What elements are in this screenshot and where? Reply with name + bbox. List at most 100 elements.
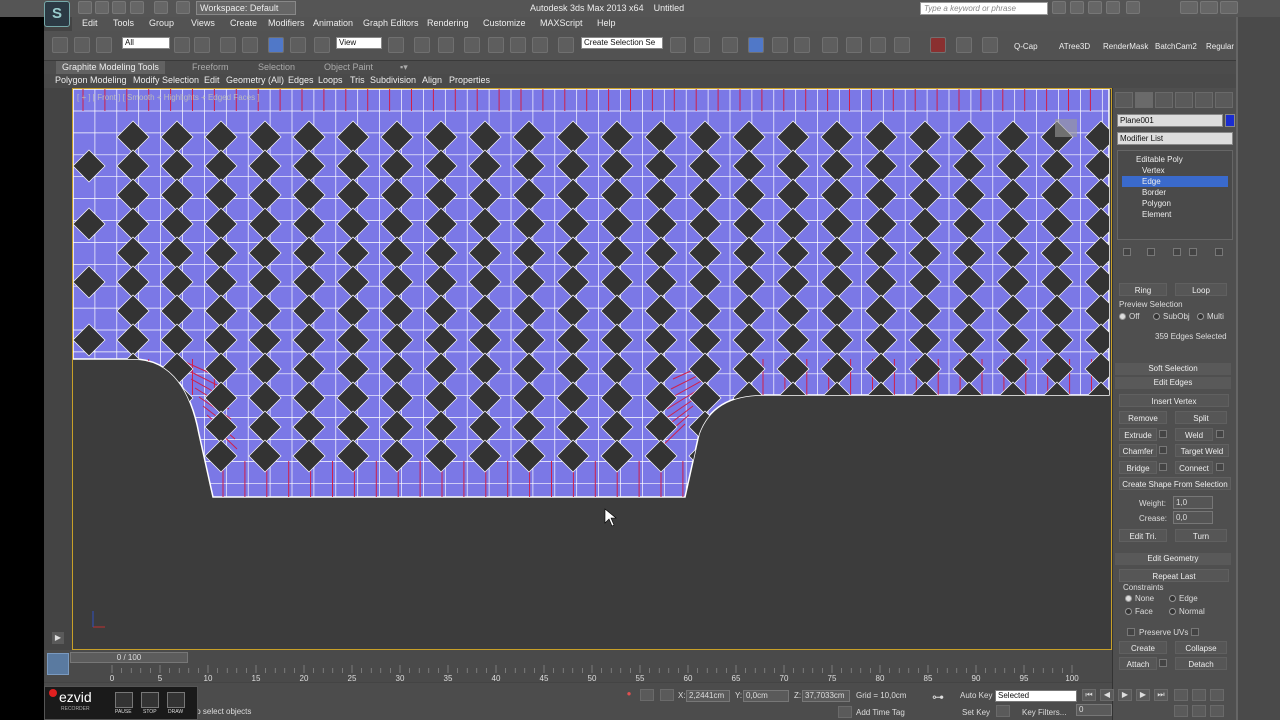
bind-spacewarp-icon[interactable] <box>96 37 112 53</box>
align-icon[interactable] <box>694 37 710 53</box>
rotate-icon[interactable] <box>290 37 306 53</box>
menu-help[interactable]: Help <box>597 18 616 28</box>
rectangle-selection-icon[interactable] <box>220 37 236 53</box>
plugin-dots-icon[interactable] <box>956 37 972 53</box>
ribbon-properties[interactable]: Properties <box>449 75 490 85</box>
extrude-settings-icon[interactable] <box>1159 430 1167 438</box>
extrude-button[interactable]: Extrude <box>1119 428 1157 441</box>
tab-freeform[interactable]: Freeform <box>186 61 235 74</box>
snaps-toggle-icon[interactable] <box>464 37 480 53</box>
soft-selection-rollout[interactable]: Soft Selection <box>1115 363 1231 375</box>
spinner-snap-icon[interactable] <box>532 37 548 53</box>
bridge-button[interactable]: Bridge <box>1119 461 1157 474</box>
plugin-regular[interactable]: Regular <box>1206 42 1234 51</box>
pin-stack-icon[interactable] <box>1123 248 1131 256</box>
plugin-red-icon[interactable] <box>930 37 946 53</box>
maximize-viewport-icon[interactable] <box>1210 705 1224 717</box>
current-frame-field[interactable]: 0 <box>1076 704 1112 716</box>
close-button[interactable] <box>1220 1 1238 14</box>
plugin-qcap[interactable]: Q-Cap <box>1014 42 1038 51</box>
key-icon[interactable]: ⊶ <box>932 690 944 704</box>
binoculars-icon[interactable] <box>1052 1 1066 14</box>
ring-button[interactable]: Ring <box>1119 283 1167 296</box>
absolute-transform-icon[interactable] <box>660 689 674 701</box>
edit-tri-button[interactable]: Edit Tri. <box>1119 529 1167 542</box>
z-coord-field[interactable]: 37,7033cm <box>802 690 850 702</box>
ribbon-align[interactable]: Align <box>422 75 442 85</box>
zoom-icon[interactable] <box>1174 689 1188 701</box>
y-coord-field[interactable]: 0,0cm <box>743 690 789 702</box>
help-icon[interactable] <box>1126 1 1140 14</box>
chamfer-button[interactable]: Chamfer <box>1119 444 1157 457</box>
select-by-name-icon[interactable] <box>194 37 210 53</box>
tab-graphite-modeling-tools[interactable]: Graphite Modeling Tools <box>56 61 165 74</box>
target-weld-button[interactable]: Target Weld <box>1175 444 1229 457</box>
project-folder-icon[interactable] <box>176 1 190 14</box>
constraint-none-radio[interactable] <box>1125 595 1132 602</box>
key-filters-button[interactable]: Key Filters... <box>1022 708 1066 717</box>
constraint-edge-radio[interactable] <box>1169 595 1176 602</box>
ribbon-edges[interactable]: Edges <box>288 75 314 85</box>
workspace-dropdown[interactable]: Workspace: Default <box>196 1 296 15</box>
render-setup-icon[interactable] <box>846 37 862 53</box>
select-object-icon[interactable] <box>174 37 190 53</box>
preserve-uvs-checkbox[interactable] <box>1127 628 1135 636</box>
chamfer-settings-icon[interactable] <box>1159 446 1167 454</box>
preview-multi-radio[interactable] <box>1197 313 1204 320</box>
mini-curve-editor-icon[interactable] <box>47 653 69 675</box>
save-file-icon[interactable] <box>112 1 126 14</box>
preserve-uvs-settings-icon[interactable] <box>1191 628 1199 636</box>
mesh-canvas[interactable] <box>73 89 1112 650</box>
edit-geometry-rollout[interactable]: Edit Geometry <box>1115 553 1231 565</box>
constraint-face-radio[interactable] <box>1125 608 1132 615</box>
ribbon-loops[interactable]: Loops <box>318 75 343 85</box>
attach-list-icon[interactable] <box>1159 659 1167 667</box>
selection-lock-icon[interactable] <box>640 689 654 701</box>
reference-coordinate-dropdown[interactable]: View <box>336 37 382 49</box>
scale-icon[interactable] <box>314 37 330 53</box>
named-selection-dropdown[interactable]: Create Selection Se <box>581 37 663 49</box>
app-logo[interactable]: S <box>44 1 70 27</box>
plugin-atree3d[interactable]: ATree3D <box>1059 42 1090 51</box>
object-color-swatch[interactable] <box>1225 114 1235 127</box>
utilities-tab-icon[interactable] <box>1215 92 1233 108</box>
open-file-icon[interactable] <box>95 1 109 14</box>
orbit-icon[interactable] <box>1192 705 1206 717</box>
time-slider[interactable]: 0 / 100 <box>70 652 188 663</box>
expand-arrow-icon[interactable]: ▶ <box>52 632 64 644</box>
menu-graph-editors[interactable]: Graph Editors <box>363 18 419 28</box>
zoom-extents-icon[interactable] <box>1210 689 1224 701</box>
zoom-all-icon[interactable] <box>1192 689 1206 701</box>
hierarchy-tab-icon[interactable] <box>1155 92 1173 108</box>
pause-button[interactable] <box>115 692 133 708</box>
play-icon[interactable]: ▶ <box>1118 689 1132 701</box>
tab-object-paint[interactable]: Object Paint <box>318 61 379 74</box>
communication-icon[interactable] <box>1088 1 1102 14</box>
selection-filter-dropdown[interactable]: All <box>122 37 170 49</box>
edit-edges-rollout[interactable]: Edit Edges <box>1115 377 1231 389</box>
layer-manager-icon[interactable] <box>722 37 738 53</box>
remove-button[interactable]: Remove <box>1119 411 1167 424</box>
stack-border[interactable]: Border <box>1122 187 1228 198</box>
make-unique-icon[interactable] <box>1173 248 1181 256</box>
menu-maxscript[interactable]: MAXScript <box>540 18 583 28</box>
stack-polygon[interactable]: Polygon <box>1122 198 1228 209</box>
repeat-last-button[interactable]: Repeat Last <box>1119 569 1229 582</box>
menu-create[interactable]: Create <box>230 18 257 28</box>
link-icon[interactable] <box>52 37 68 53</box>
remove-modifier-icon[interactable] <box>1189 248 1197 256</box>
connect-button[interactable]: Connect <box>1175 461 1213 474</box>
plugin-rendermask[interactable]: RenderMask <box>1103 42 1148 51</box>
front-viewport[interactable]: [ + ] [ Front ] [ Smooth + Highlights + … <box>72 88 1112 650</box>
constraint-normal-radio[interactable] <box>1169 608 1176 615</box>
key-mode-icon[interactable] <box>996 705 1010 717</box>
configure-sets-icon[interactable] <box>1215 248 1223 256</box>
motion-tab-icon[interactable] <box>1175 92 1193 108</box>
object-name-field[interactable]: Plane001 <box>1117 114 1223 127</box>
create-button[interactable]: Create <box>1119 641 1167 654</box>
viewcube-icon[interactable] <box>1055 119 1077 137</box>
attach-button[interactable]: Attach <box>1119 657 1157 670</box>
unlink-icon[interactable] <box>74 37 90 53</box>
connect-settings-icon[interactable] <box>1216 463 1224 471</box>
schematic-view-icon[interactable] <box>794 37 810 53</box>
